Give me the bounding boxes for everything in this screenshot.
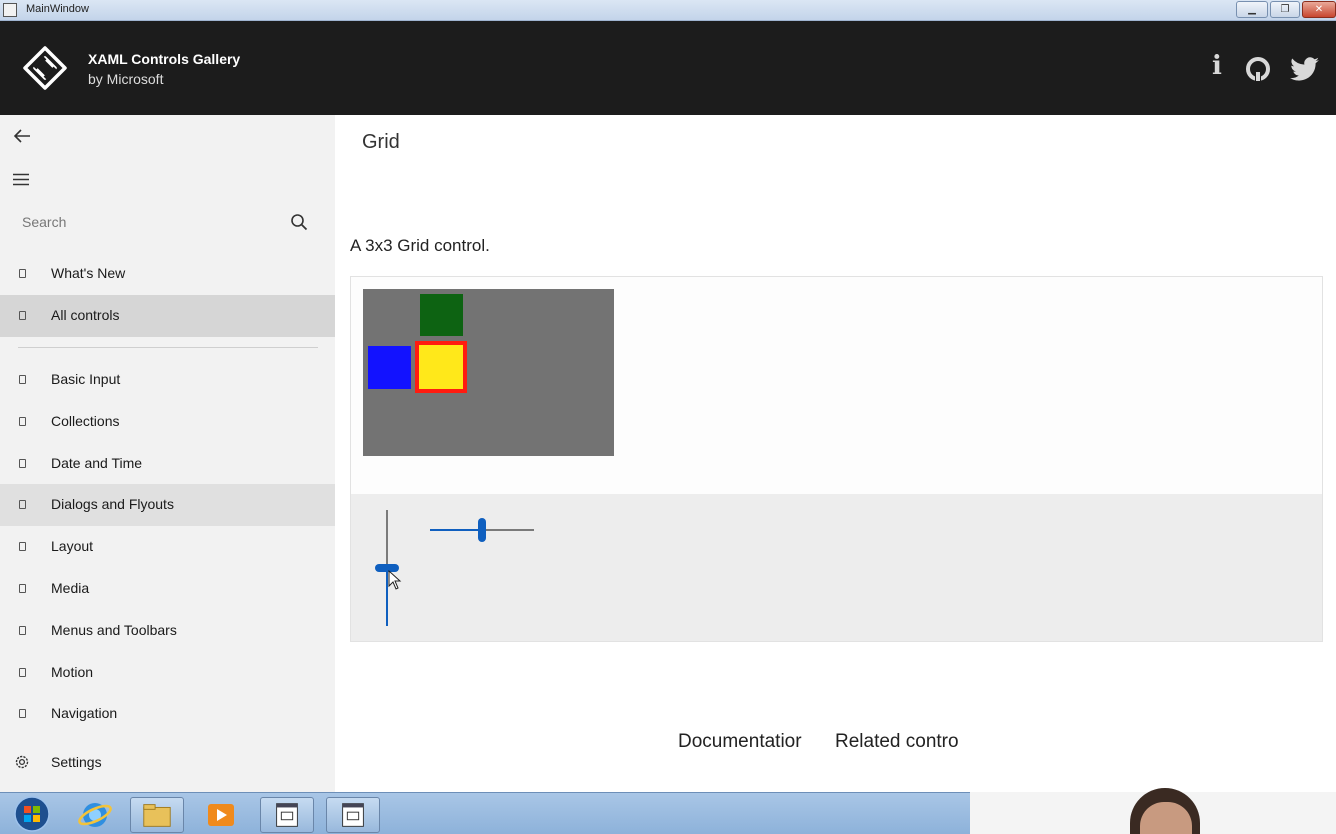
- nav-item-label: Menus and Toolbars: [51, 622, 177, 638]
- nav-item-label: Date and Time: [51, 455, 143, 471]
- nav-item-collections[interactable]: Collections: [0, 401, 335, 443]
- app-subtitle: by Microsoft: [88, 71, 164, 87]
- nav-item-icon: [19, 626, 26, 635]
- window-titlebar: MainWindow ▁ ❐ ✕: [0, 0, 1336, 21]
- github-icon[interactable]: [1244, 55, 1272, 83]
- back-arrow-icon[interactable]: [12, 127, 32, 145]
- nav-item-label: All controls: [51, 307, 120, 323]
- nav-item-navigation[interactable]: Navigation: [0, 693, 335, 735]
- nav-item-label: Basic Input: [51, 371, 121, 387]
- grid-cell-yellow: [415, 341, 467, 393]
- nav-item-icon: [19, 709, 26, 718]
- mouse-cursor-icon: [388, 570, 402, 590]
- start-orb-icon[interactable]: [4, 793, 56, 834]
- close-button[interactable]: ✕: [1302, 1, 1336, 18]
- nav-item-icon: [19, 500, 26, 509]
- nav-item-icon: [19, 375, 26, 384]
- taskbar: [0, 792, 970, 834]
- file-explorer-icon[interactable]: [130, 797, 184, 833]
- documentation-link[interactable]: Documentatior: [678, 731, 802, 753]
- app-window-icon[interactable]: [260, 797, 314, 833]
- example-description: A 3x3 Grid control.: [350, 236, 490, 255]
- nav-item-motion[interactable]: Motion: [0, 652, 335, 694]
- grid-cell-blue: [368, 346, 411, 389]
- nav-item-icon: [19, 459, 26, 468]
- nav-divider: [18, 347, 318, 348]
- nav-item-layout[interactable]: Layout: [0, 526, 335, 568]
- app-header: XAML Controls Gallery by Microsoft i: [0, 21, 1336, 115]
- app-window-icon[interactable]: [326, 797, 380, 833]
- twitter-icon[interactable]: [1290, 57, 1320, 83]
- media-player-icon[interactable]: [194, 797, 248, 833]
- internet-explorer-icon[interactable]: [68, 797, 122, 833]
- window-app-icon: [3, 3, 17, 17]
- nav-item-date-and-time[interactable]: Date and Time: [0, 443, 335, 485]
- grid-cell-green: [420, 294, 463, 336]
- info-icon[interactable]: i: [1212, 51, 1222, 81]
- nav-item-icon: [19, 311, 26, 320]
- nav-item-dialogs-and-flyouts[interactable]: Dialogs and Flyouts: [0, 484, 335, 526]
- nav-item-label: Motion: [51, 664, 94, 680]
- navigation-pane: Search What's New All controls Basic Inp…: [0, 115, 335, 792]
- grid-demo: [363, 289, 614, 456]
- page-title: Grid: [362, 131, 400, 153]
- nav-item-icon: [19, 668, 26, 677]
- nav-item-label: Collections: [51, 413, 120, 429]
- related-controls-link[interactable]: Related contro: [835, 731, 959, 753]
- nav-item-label: Media: [51, 580, 90, 596]
- presenter-video-overlay: [970, 788, 1336, 834]
- minimize-button[interactable]: ▁: [1236, 1, 1268, 18]
- nav-item-media[interactable]: Media: [0, 568, 335, 610]
- nav-item-all-controls[interactable]: All controls: [0, 295, 335, 337]
- nav-item-label: Dialogs and Flyouts: [51, 496, 174, 512]
- maximize-button[interactable]: ❐: [1270, 1, 1300, 18]
- window-title: MainWindow: [26, 3, 89, 15]
- horizontal-slider[interactable]: [428, 514, 536, 546]
- app-title: XAML Controls Gallery: [88, 51, 241, 67]
- settings-label[interactable]: Settings: [51, 754, 102, 770]
- nav-item-label: Navigation: [51, 705, 118, 721]
- nav-item-label: What's New: [51, 265, 126, 281]
- search-icon[interactable]: [290, 213, 308, 231]
- nav-item-menus-and-toolbars[interactable]: Menus and Toolbars: [0, 610, 335, 652]
- nav-item-label: Layout: [51, 538, 94, 554]
- horizontal-slider-thumb: [478, 518, 486, 542]
- vertical-slider[interactable]: [372, 510, 402, 626]
- nav-item-basic-input[interactable]: Basic Input: [0, 359, 335, 401]
- nav-item-whats-new[interactable]: What's New: [0, 253, 335, 295]
- search-input[interactable]: Search: [22, 214, 272, 230]
- hamburger-menu-icon[interactable]: [13, 173, 29, 186]
- gear-icon[interactable]: [13, 753, 31, 771]
- nav-item-icon: [19, 584, 26, 593]
- nav-item-icon: [19, 542, 26, 551]
- nav-item-icon: [19, 269, 26, 278]
- xaml-gallery-logo-icon: [23, 46, 67, 90]
- nav-item-icon: [19, 417, 26, 426]
